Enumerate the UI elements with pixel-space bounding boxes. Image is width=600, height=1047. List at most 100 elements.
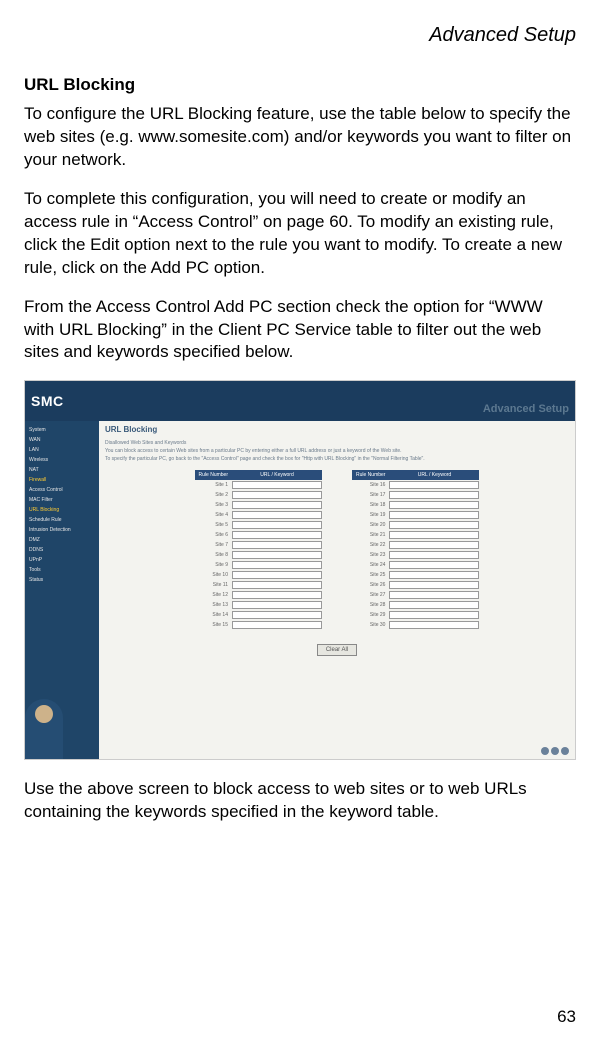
url-input[interactable]: [389, 481, 479, 489]
sidebar-item[interactable]: Access Control: [25, 485, 99, 495]
row-label: Site 3: [195, 500, 232, 510]
section-title: URL Blocking: [24, 75, 576, 95]
sidebar-item[interactable]: DDNS: [25, 545, 99, 555]
ss-panel-sub: To specify the particular PC, go back to…: [105, 456, 569, 462]
sidebar-item[interactable]: Schedule Rule: [25, 515, 99, 525]
url-input[interactable]: [389, 491, 479, 499]
url-input[interactable]: [232, 571, 322, 579]
sidebar-item[interactable]: MAC Filter: [25, 495, 99, 505]
person-icon: [25, 699, 63, 759]
ss-sidebar: System WAN LAN Wireless NAT Firewall Acc…: [25, 421, 99, 759]
row-label: Site 1: [195, 480, 232, 490]
ss-topbar: SMC Advanced Setup: [25, 381, 575, 421]
row-label: Site 28: [352, 600, 389, 610]
row-label: Site 10: [195, 570, 232, 580]
row-label: Site 24: [352, 560, 389, 570]
col-url: URL / Keyword: [232, 470, 322, 480]
row-label: Site 23: [352, 550, 389, 560]
url-table-right: Rule NumberURL / Keyword Site 16 Site 17…: [352, 470, 479, 630]
dot-icon: [551, 747, 559, 755]
col-rule: Rule Number: [195, 470, 232, 480]
col-rule: Rule Number: [352, 470, 389, 480]
sidebar-item[interactable]: NAT: [25, 465, 99, 475]
url-input[interactable]: [389, 571, 479, 579]
row-label: Site 9: [195, 560, 232, 570]
url-input[interactable]: [232, 621, 322, 629]
sidebar-item[interactable]: UPnP: [25, 555, 99, 565]
ss-button-row: Clear All: [105, 638, 569, 656]
ss-panel-sub: Disallowed Web Sites and Keywords: [105, 440, 569, 446]
page-number: 63: [557, 1007, 576, 1027]
ss-panel-title: URL Blocking: [105, 425, 569, 434]
url-input[interactable]: [389, 541, 479, 549]
ss-dots: [541, 747, 569, 755]
url-input[interactable]: [232, 591, 322, 599]
url-input[interactable]: [232, 511, 322, 519]
url-input[interactable]: [389, 621, 479, 629]
row-label: Site 29: [352, 610, 389, 620]
url-table-left: Rule NumberURL / Keyword Site 1 Site 2 S…: [195, 470, 322, 630]
clear-all-button[interactable]: Clear All: [317, 644, 357, 656]
row-label: Site 15: [195, 620, 232, 630]
sidebar-item[interactable]: Firewall: [25, 475, 99, 485]
url-input[interactable]: [232, 561, 322, 569]
sidebar-item[interactable]: Wireless: [25, 455, 99, 465]
paragraph-3: From the Access Control Add PC section c…: [24, 296, 576, 365]
row-label: Site 26: [352, 580, 389, 590]
ss-badge: Advanced Setup: [483, 403, 569, 415]
sidebar-item[interactable]: DMZ: [25, 535, 99, 545]
url-input[interactable]: [389, 561, 479, 569]
router-screenshot: SMC Advanced Setup System WAN LAN Wirele…: [24, 380, 576, 760]
url-input[interactable]: [232, 601, 322, 609]
url-input[interactable]: [389, 611, 479, 619]
url-input[interactable]: [389, 581, 479, 589]
url-input[interactable]: [389, 591, 479, 599]
sidebar-item[interactable]: System: [25, 425, 99, 435]
url-input[interactable]: [232, 541, 322, 549]
url-input[interactable]: [232, 521, 322, 529]
row-label: Site 7: [195, 540, 232, 550]
row-label: Site 4: [195, 510, 232, 520]
sidebar-item-active[interactable]: URL Blocking: [25, 505, 99, 515]
page-header: Advanced Setup: [24, 24, 576, 47]
row-label: Site 5: [195, 520, 232, 530]
ss-main: URL Blocking Disallowed Web Sites and Ke…: [99, 421, 575, 759]
row-label: Site 19: [352, 510, 389, 520]
ss-panel-sub: You can block access to certain Web site…: [105, 448, 569, 454]
url-input[interactable]: [232, 581, 322, 589]
url-input[interactable]: [232, 491, 322, 499]
row-label: Site 21: [352, 530, 389, 540]
row-label: Site 11: [195, 580, 232, 590]
row-label: Site 18: [352, 500, 389, 510]
url-input[interactable]: [389, 511, 479, 519]
ss-logo: SMC: [31, 393, 64, 409]
row-label: Site 13: [195, 600, 232, 610]
paragraph-1: To configure the URL Blocking feature, u…: [24, 103, 576, 172]
row-label: Site 2: [195, 490, 232, 500]
sidebar-item[interactable]: WAN: [25, 435, 99, 445]
url-input[interactable]: [232, 551, 322, 559]
sidebar-item[interactable]: Tools: [25, 565, 99, 575]
row-label: Site 25: [352, 570, 389, 580]
url-input[interactable]: [389, 501, 479, 509]
ss-table-wrap: Rule NumberURL / Keyword Site 1 Site 2 S…: [105, 470, 569, 630]
row-label: Site 22: [352, 540, 389, 550]
url-input[interactable]: [389, 521, 479, 529]
sidebar-item[interactable]: Status: [25, 575, 99, 585]
url-input[interactable]: [232, 481, 322, 489]
row-label: Site 14: [195, 610, 232, 620]
url-input[interactable]: [232, 531, 322, 539]
url-input[interactable]: [232, 501, 322, 509]
url-input[interactable]: [389, 601, 479, 609]
dot-icon: [561, 747, 569, 755]
url-input[interactable]: [389, 531, 479, 539]
sidebar-item[interactable]: Intrusion Detection: [25, 525, 99, 535]
row-label: Site 30: [352, 620, 389, 630]
row-label: Site 12: [195, 590, 232, 600]
row-label: Site 16: [352, 480, 389, 490]
url-input[interactable]: [389, 551, 479, 559]
url-input[interactable]: [232, 611, 322, 619]
col-url: URL / Keyword: [389, 470, 479, 480]
sidebar-item[interactable]: LAN: [25, 445, 99, 455]
row-label: Site 20: [352, 520, 389, 530]
